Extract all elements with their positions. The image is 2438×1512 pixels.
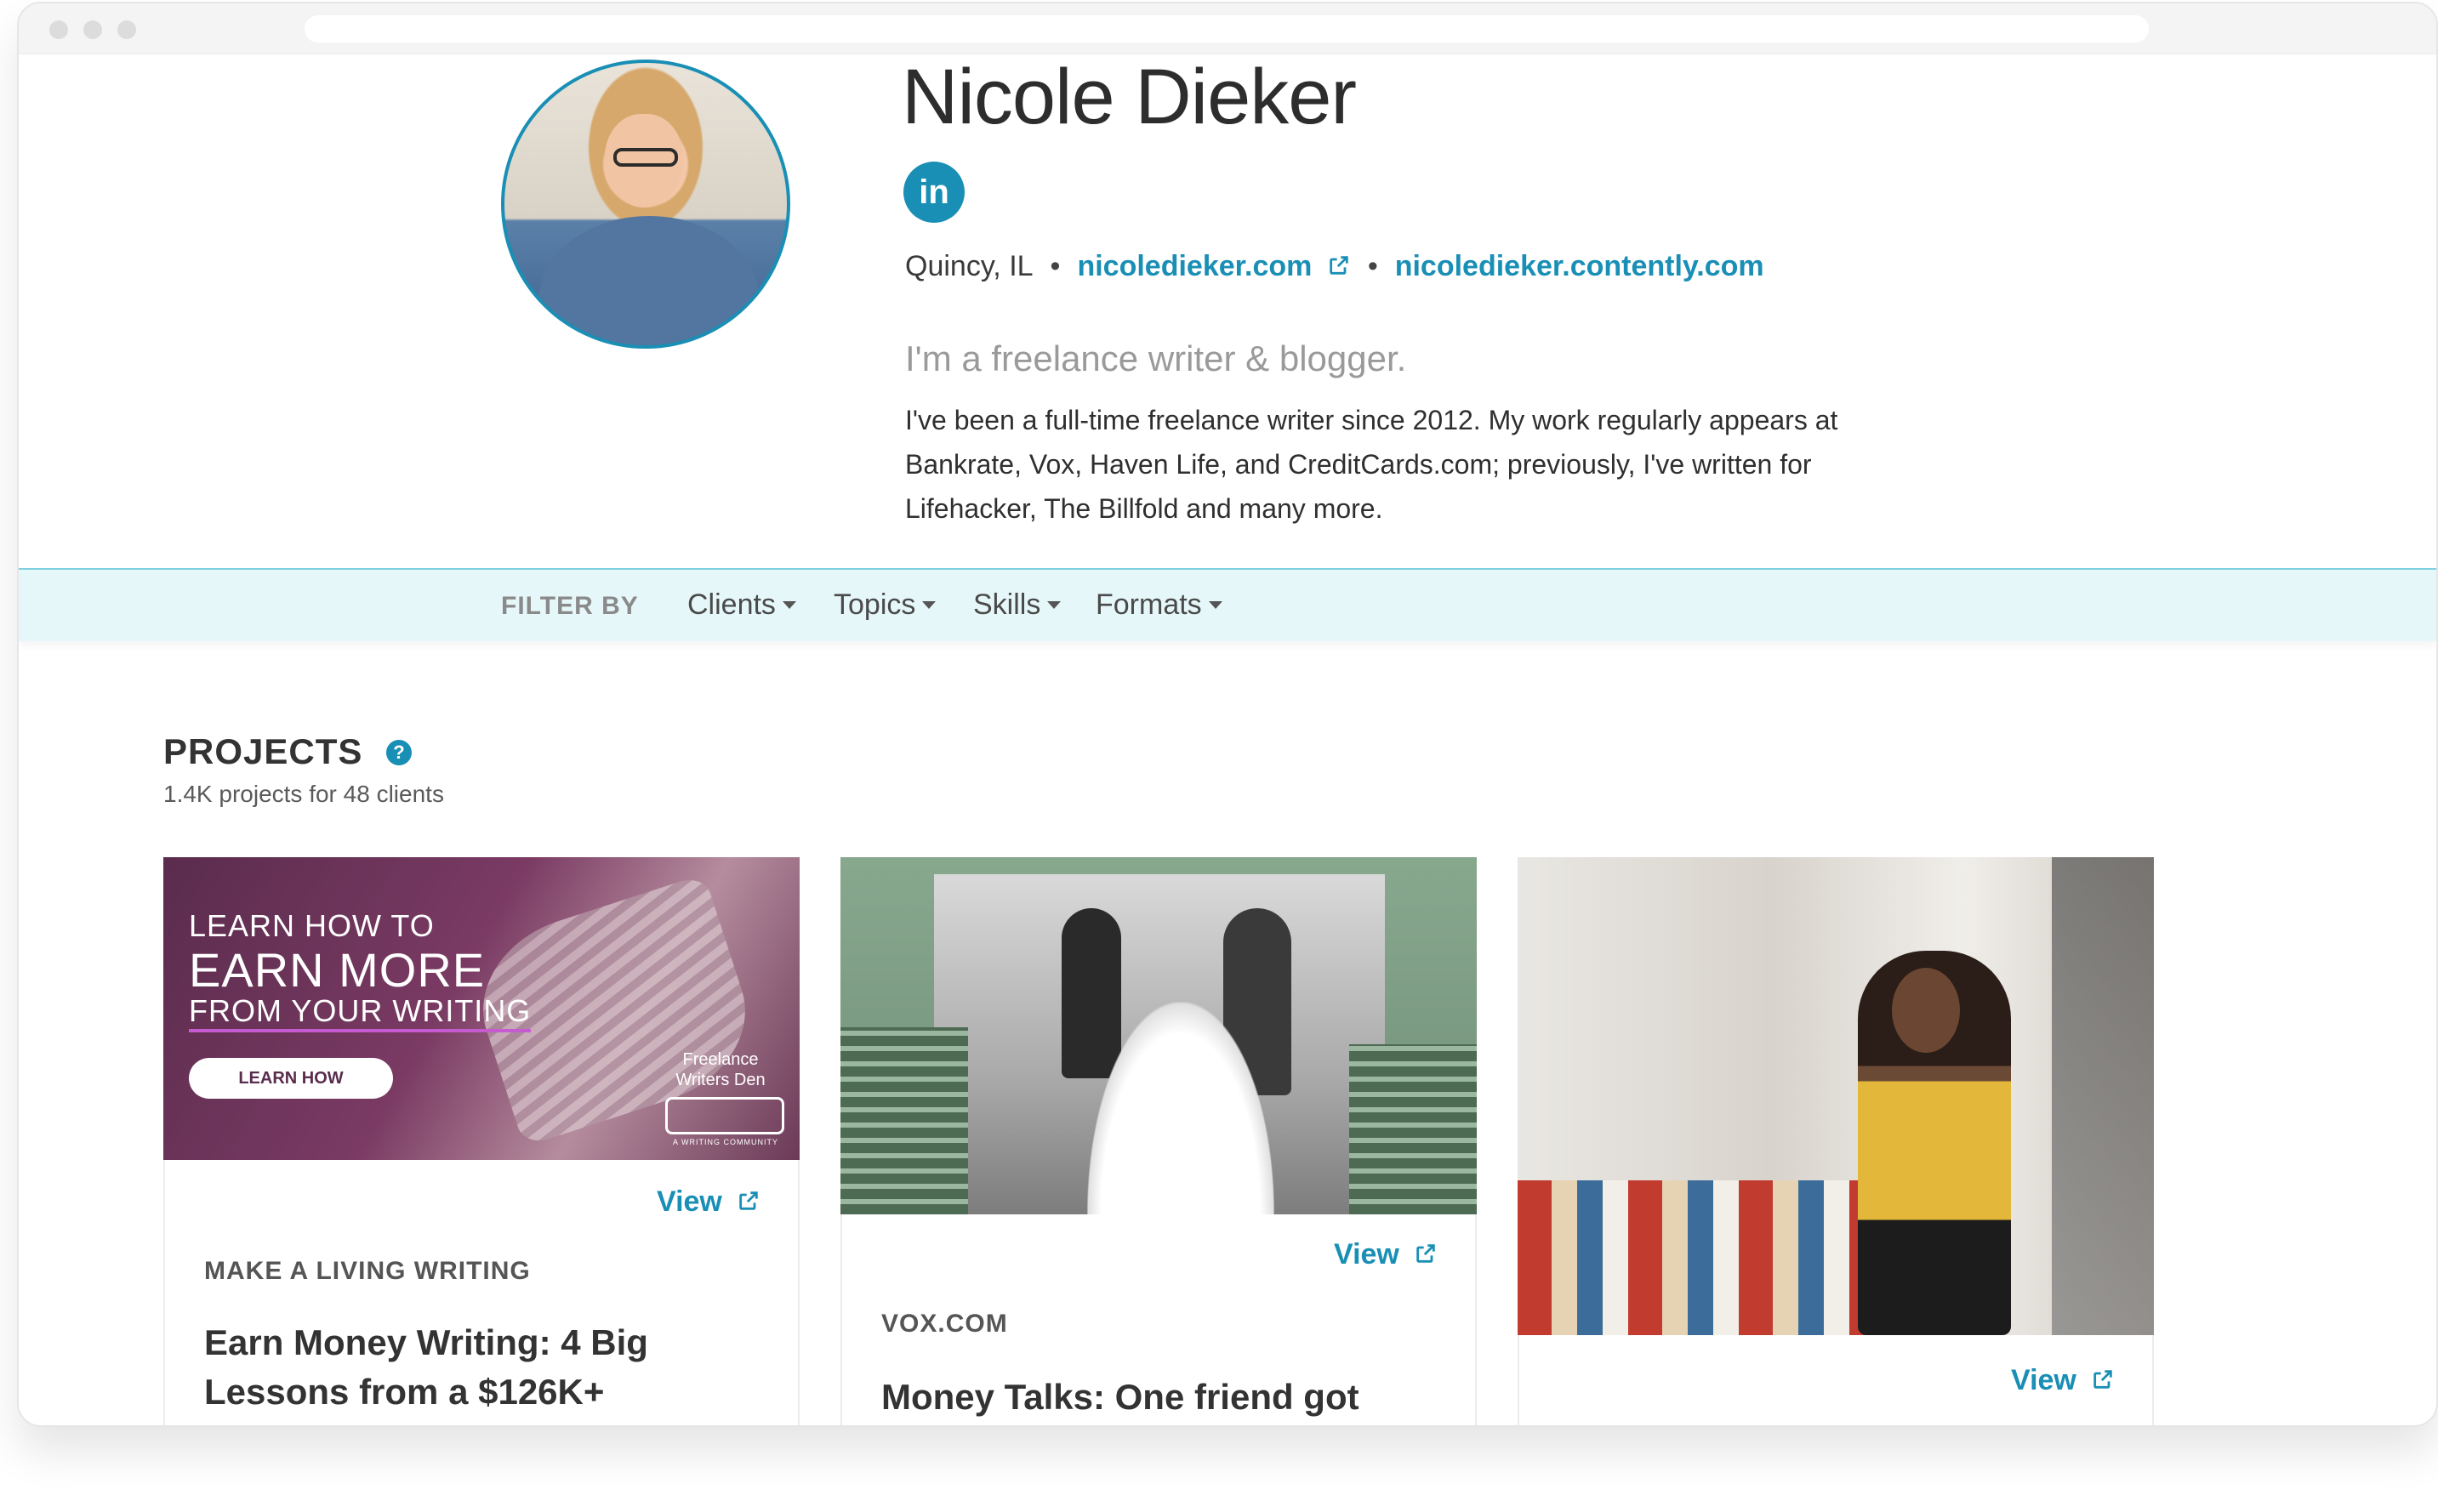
window-dot-icon [83, 20, 102, 39]
external-link-icon [1330, 256, 1348, 275]
filter-skills-dropdown[interactable]: Skills [973, 588, 1062, 622]
browser-window: Nicole Dieker in Quincy, IL • nicolediek… [17, 2, 2438, 1427]
view-link[interactable]: View [1334, 1238, 1438, 1271]
thumb-brand: Freelance Writers Den [675, 1050, 766, 1089]
view-link[interactable]: View [2011, 1364, 2115, 1397]
sofa-icon [665, 1097, 784, 1134]
project-thumbnail[interactable]: LEARN HOW TO EARN MORE FROM YOUR WRITING… [163, 857, 800, 1160]
help-icon[interactable]: ? [386, 740, 412, 765]
thumb-headline-2: EARN MORE [189, 943, 486, 997]
separator: • [1367, 250, 1378, 282]
project-client: VOX.COM [881, 1310, 1008, 1338]
filter-clients-dropdown[interactable]: Clients [687, 588, 796, 622]
profile-tagline: I'm a freelance writer & blogger. [905, 338, 1407, 378]
location-text: Quincy, IL [905, 250, 1034, 282]
caret-down-icon [782, 601, 796, 609]
project-card[interactable]: View VOX.COM Money Talks: One friend got [840, 857, 1477, 1425]
caret-down-icon [1208, 601, 1222, 609]
window-dot-icon [117, 20, 136, 39]
projects-title: PROJECTS [163, 731, 363, 771]
profile-name: Nicole Dieker [902, 54, 1357, 140]
external-link-icon [2093, 1370, 2113, 1389]
project-title[interactable]: Earn Money Writing: 4 Big Lessons from a… [204, 1318, 749, 1417]
website-link[interactable]: nicoledieker.com [1077, 250, 1350, 283]
filter-topics-dropdown[interactable]: Topics [834, 588, 937, 622]
avatar [501, 60, 790, 349]
project-thumbnail[interactable] [840, 857, 1477, 1214]
project-thumbnail[interactable] [1518, 857, 2154, 1335]
project-client: MAKE A LIVING WRITING [204, 1257, 531, 1285]
title-bar [19, 3, 2436, 54]
window-dot-icon [49, 20, 68, 39]
portfolio-link[interactable]: nicoledieker.contently.com [1395, 250, 1764, 283]
project-card[interactable]: LEARN HOW TO EARN MORE FROM YOUR WRITING… [163, 857, 800, 1425]
separator: • [1050, 250, 1061, 282]
profile-bio: I've been a full-time freelance writer s… [905, 405, 1838, 524]
caret-down-icon [1047, 601, 1062, 609]
view-link[interactable]: View [657, 1185, 760, 1219]
project-card[interactable]: View [1518, 857, 2154, 1425]
linkedin-icon[interactable]: in [903, 162, 965, 223]
thumb-brand-sub: A WRITING COMMUNITY [673, 1138, 778, 1146]
external-link-icon [1416, 1244, 1436, 1263]
external-link-icon [739, 1191, 759, 1210]
address-bar[interactable] [305, 15, 2149, 43]
filter-label: FILTER BY [501, 592, 639, 620]
filter-bar: FILTER BY Clients Topics Skills Formats [19, 568, 2436, 641]
thumb-headline-1: LEARN HOW TO [189, 908, 435, 943]
thumb-learn-how-button: LEARN HOW [189, 1058, 393, 1099]
profile-meta: Quincy, IL • nicoledieker.com • nicoledi… [905, 250, 1764, 283]
filter-formats-dropdown[interactable]: Formats [1096, 588, 1222, 622]
thumb-headline-3: FROM YOUR WRITING [189, 993, 532, 1032]
caret-down-icon [922, 601, 937, 609]
project-title[interactable]: Money Talks: One friend got [881, 1373, 1426, 1422]
projects-subtitle: 1.4K projects for 48 clients [163, 781, 444, 807]
